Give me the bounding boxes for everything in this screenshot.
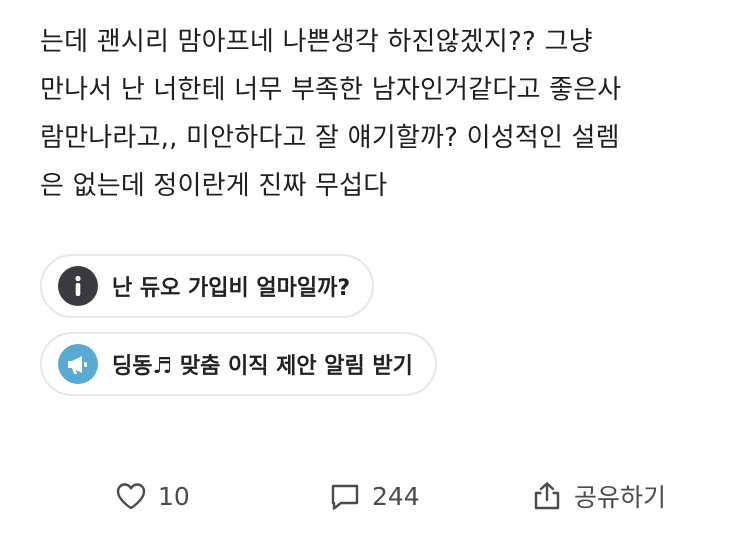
post-content: 는데 괜시리 맘아프네 나쁜생각 하진않겠지?? 그냥 만나서 난 너한테 너무…: [40, 18, 720, 210]
post-actions-bar: 10 244 공유하기: [0, 472, 750, 520]
post-text-line: 람만나라고,, 미안하다고 잘 얘기할까? 이성적인 설렘: [40, 123, 620, 153]
post-text-line: 은 없는데 정이란게 진짜 무섭다: [40, 171, 388, 201]
comment-count: 244: [372, 481, 420, 511]
post-page: 는데 괜시리 맘아프네 나쁜생각 하진않겠지?? 그냥 만나서 난 너한테 너무…: [0, 0, 750, 555]
share-icon: [530, 479, 564, 513]
chip-row: 딩동♬ 맞춤 이직 제안 알림 받기: [40, 332, 437, 396]
megaphone-icon: [58, 344, 98, 384]
comment-icon: [328, 479, 362, 513]
post-text-line: 만나서 난 너한테 너무 부족한 남자인거같다고 좋은사: [40, 75, 622, 105]
suggestion-chips: 난 듀오 가입비 얼마일까? 딩동♬ 맞춤 이직 제안 알림 받기: [40, 254, 437, 396]
like-count: 10: [158, 481, 190, 511]
like-button[interactable]: 10: [114, 472, 190, 520]
duo-fee-chip[interactable]: 난 듀오 가입비 얼마일까?: [40, 254, 375, 318]
heart-icon: [114, 479, 148, 513]
info-icon: [58, 266, 98, 306]
post-text-line: 는데 괜시리 맘아프네 나쁜생각 하진않겠지?? 그냥: [40, 27, 593, 57]
comment-button[interactable]: 244: [328, 472, 420, 520]
share-button[interactable]: 공유하기: [530, 472, 666, 520]
chip-label: 난 듀오 가입비 얼마일까?: [112, 276, 351, 301]
chip-row: 난 듀오 가입비 얼마일까?: [40, 254, 437, 318]
chip-label: 딩동♬ 맞춤 이직 제안 알림 받기: [112, 354, 413, 379]
job-offer-alert-chip[interactable]: 딩동♬ 맞춤 이직 제안 알림 받기: [40, 332, 437, 396]
share-label: 공유하기: [574, 483, 667, 512]
